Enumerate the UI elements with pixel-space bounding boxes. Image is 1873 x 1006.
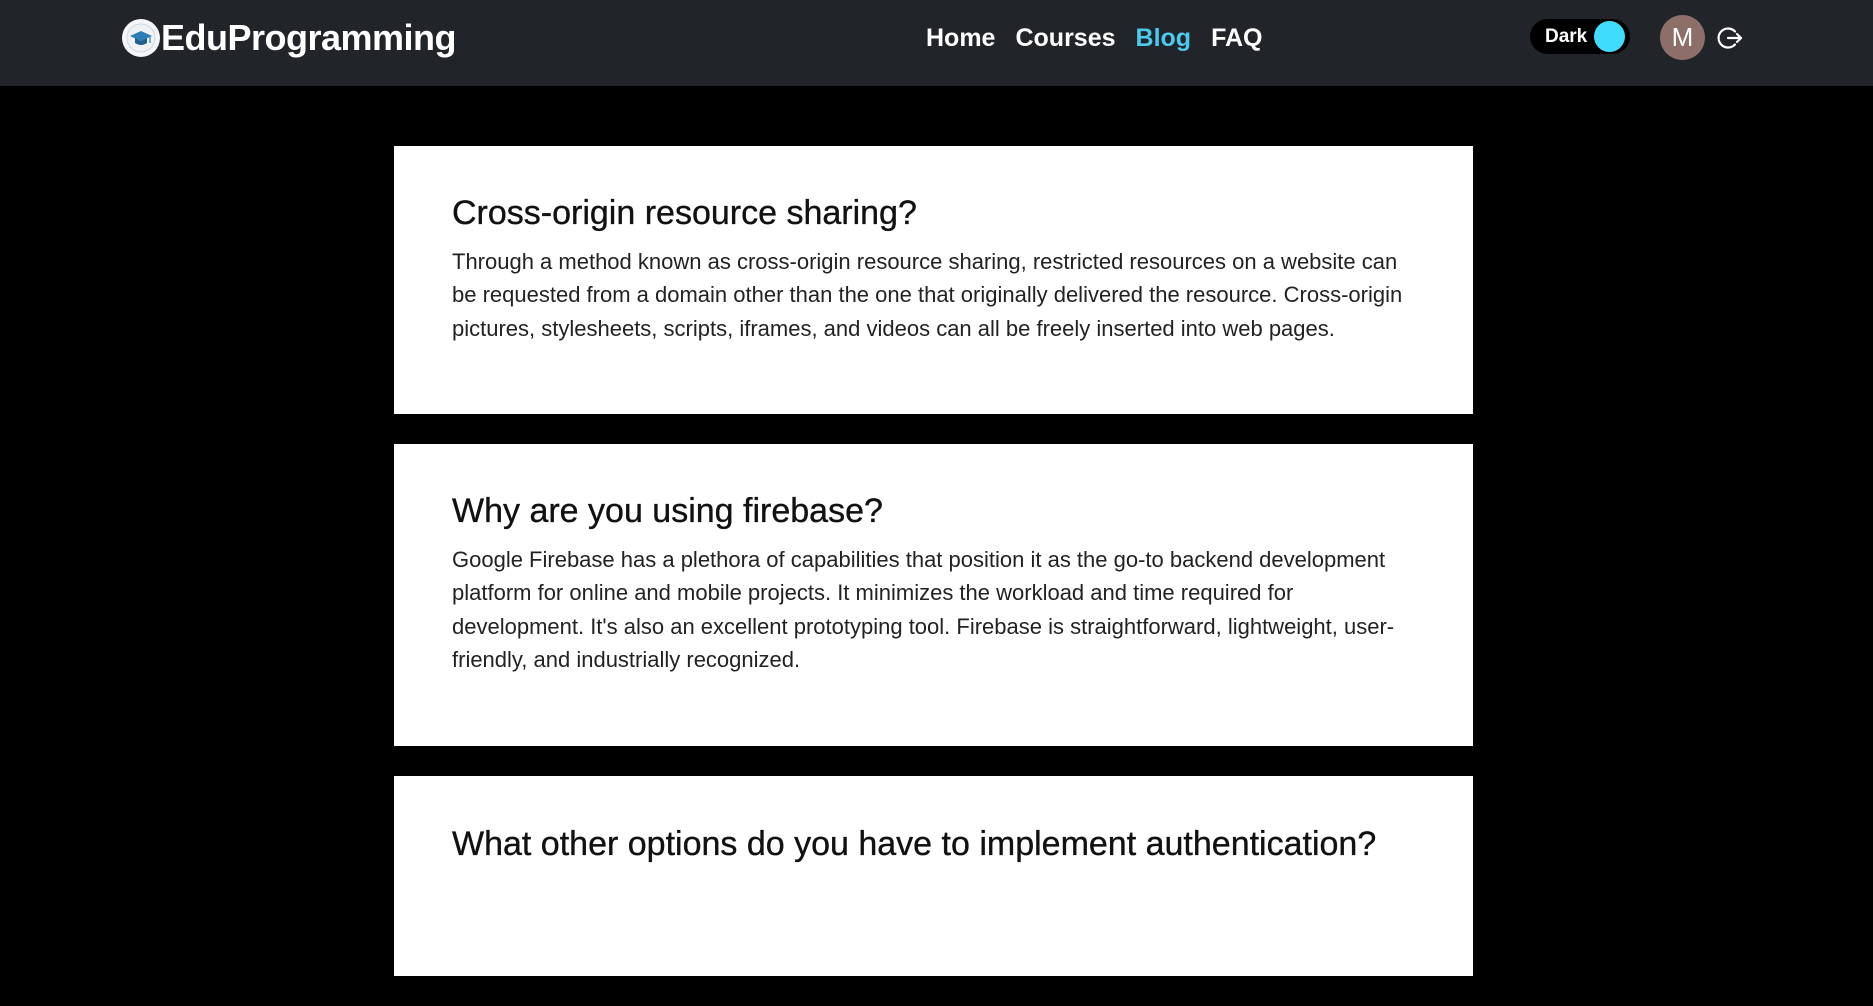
post-body: Through a method known as cross-origin r… bbox=[452, 248, 1403, 341]
toggle-knob bbox=[1594, 21, 1625, 52]
blog-post-card: What other options do you have to implem… bbox=[394, 776, 1473, 976]
blog-post-card: Cross-origin resource sharing? Through a… bbox=[394, 146, 1473, 414]
blog-post-list: Cross-origin resource sharing? Through a… bbox=[394, 146, 1473, 1006]
nav-blog-link[interactable]: Blog bbox=[1136, 24, 1192, 53]
brand-name: EduProgramming bbox=[161, 17, 457, 58]
main-nav: Home Courses Blog FAQ bbox=[926, 20, 1262, 56]
top-navbar: EduProgramming Home Courses Blog FAQ Dar… bbox=[0, 0, 1873, 86]
post-title: Why are you using firebase? bbox=[452, 492, 883, 530]
brand-logo-link[interactable]: EduProgramming bbox=[122, 14, 457, 62]
post-body: Google Firebase has a plethora of capabi… bbox=[452, 546, 1395, 673]
post-title: What other options do you have to implem… bbox=[452, 825, 1377, 863]
nav-faq-link[interactable]: FAQ bbox=[1211, 24, 1262, 53]
nav-home-link[interactable]: Home bbox=[926, 24, 995, 53]
user-avatar[interactable]: M bbox=[1660, 15, 1705, 60]
toggle-label: Dark bbox=[1545, 25, 1588, 47]
graduation-cap-icon bbox=[122, 19, 160, 57]
nav-courses-link[interactable]: Courses bbox=[1015, 24, 1115, 53]
post-title: Cross-origin resource sharing? bbox=[452, 194, 917, 232]
blog-post-card: Why are you using firebase? Google Fireb… bbox=[394, 444, 1473, 746]
logout-icon[interactable] bbox=[1714, 23, 1744, 53]
dark-mode-toggle[interactable]: Dark bbox=[1530, 19, 1630, 54]
